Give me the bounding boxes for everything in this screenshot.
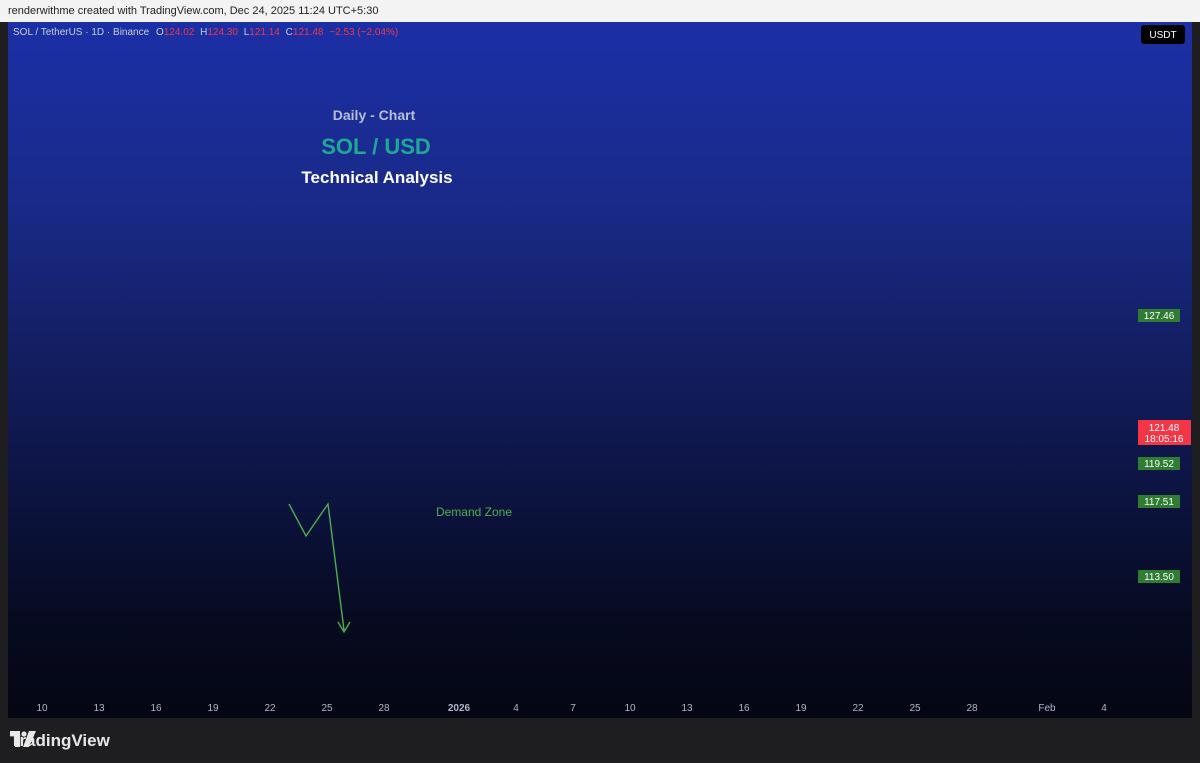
svg-text:SOL / TetherUS · 1D · Binance: SOL / TetherUS · 1D · Binance O124.02 H1… — [13, 27, 398, 38]
time-tick-label: 22 — [264, 703, 276, 714]
brand[interactable]: TradingView — [10, 731, 110, 751]
legend-symbol: SOL / TetherUS · 1D · Binance — [13, 27, 150, 38]
legend-open: 124.02 — [164, 27, 195, 38]
chart-title: SOL / USD — [321, 134, 431, 159]
legend-high-label: H — [200, 27, 207, 38]
annotations: Daily - Chart SOL / USD Technical Analys… — [301, 107, 512, 519]
time-tick-label: 16 — [150, 703, 162, 714]
chart-area[interactable]: Daily - Chart SOL / USD Technical Analys… — [8, 22, 1192, 718]
legend-close-label: C — [286, 27, 293, 38]
legend-close: 121.48 — [293, 27, 324, 38]
time-tick-label: 13 — [681, 703, 693, 714]
time-tick-label: 25 — [321, 703, 333, 714]
time-tick-label: 22 — [852, 703, 864, 714]
time-tick-label: 25 — [909, 703, 921, 714]
attribution-text: renderwithme created with TradingView.co… — [8, 5, 379, 17]
tradingview-logo-icon — [10, 731, 36, 747]
time-tick-label: 7 — [570, 703, 576, 714]
time-tick-label: 19 — [207, 703, 219, 714]
price-chart[interactable]: Daily - Chart SOL / USD Technical Analys… — [8, 22, 1192, 718]
time-tick-label: 2026 — [448, 703, 471, 714]
time-tick-label: 16 — [738, 703, 750, 714]
time-tick-label: 4 — [513, 703, 519, 714]
price-tags: 121.48 18:05:16 127.46 119.52 117.51 113… — [1138, 309, 1191, 583]
time-tick-label: Feb — [1038, 703, 1056, 714]
time-tick-label: 19 — [795, 703, 807, 714]
currency-badge-text: USDT — [1149, 30, 1176, 41]
time-axis[interactable]: 10 13 16 19 22 25 28 2026 4 7 10 13 16 19 22 25 28 Feb 4 — [36, 703, 1107, 714]
attribution-bar: renderwithme created with TradingView.co… — [0, 0, 1200, 22]
level-tag-2-value: 119.52 — [1144, 459, 1174, 470]
level-tag-1-value: 127.46 — [1144, 311, 1175, 322]
time-tick-label: 13 — [93, 703, 105, 714]
demand-zone-label: Demand Zone — [436, 505, 512, 519]
chart-caption: Technical Analysis — [301, 168, 452, 187]
projection-path — [288, 502, 345, 631]
countdown-value: 18:05:16 — [1145, 434, 1184, 445]
time-tick-label: 10 — [624, 703, 636, 714]
time-tick-label: 4 — [1101, 703, 1107, 714]
time-tick-label: 28 — [378, 703, 390, 714]
time-tick-label: 28 — [966, 703, 978, 714]
level-tag-4-value: 113.50 — [1144, 572, 1174, 583]
symbol-legend[interactable]: SOL / TetherUS · 1D · Binance O124.02 H1… — [13, 27, 398, 38]
legend-change: −2.53 (−2.04%) — [329, 27, 398, 38]
footer — [0, 718, 1200, 763]
level-tag-3-value: 117.51 — [1144, 497, 1174, 508]
last-price-value: 121.48 — [1149, 423, 1180, 434]
legend-low: 121.14 — [249, 27, 280, 38]
legend-high: 124.30 — [207, 27, 238, 38]
chart-subtitle: Daily - Chart — [333, 107, 416, 123]
currency-badge[interactable]: USDT — [1141, 25, 1185, 44]
time-tick-label: 10 — [36, 703, 48, 714]
